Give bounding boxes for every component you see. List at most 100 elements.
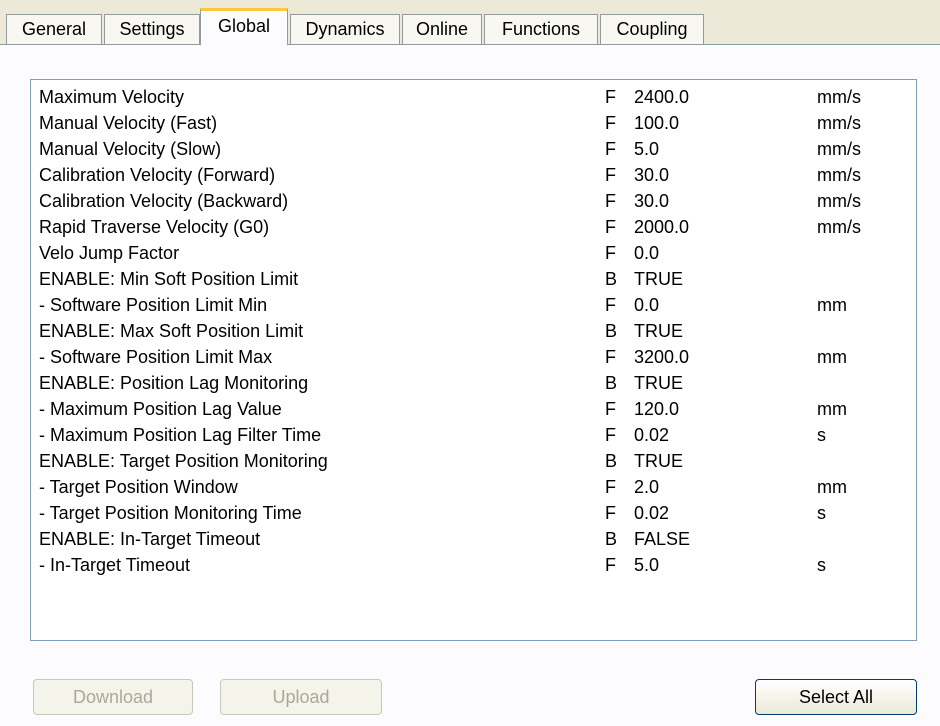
parameter-name: Manual Velocity (Slow) xyxy=(39,139,222,159)
parameter-name: ENABLE: Max Soft Position Limit xyxy=(39,321,304,341)
parameter-value: TRUE xyxy=(634,321,683,341)
parameter-value: 30.0 xyxy=(634,165,670,185)
parameter-row[interactable]: - Software Position Limit Max F 3200.0 m… xyxy=(31,344,916,370)
parameter-value: 5.0 xyxy=(634,555,660,575)
parameter-name: - Target Position Monitoring Time xyxy=(39,503,302,523)
parameter-row[interactable]: - In-Target Timeout F 5.0 s xyxy=(31,552,916,578)
parameter-row[interactable]: ENABLE: Target Position Monitoring B TRU… xyxy=(31,448,916,474)
select-all-button[interactable]: Select All xyxy=(755,679,917,715)
parameter-name: ENABLE: Min Soft Position Limit xyxy=(39,269,299,289)
parameter-list[interactable]: Maximum Velocity F 2400.0 mm/s Manual Ve… xyxy=(30,79,917,641)
parameter-value: 100.0 xyxy=(634,113,680,133)
parameter-unit: mm/s xyxy=(817,191,861,211)
parameter-unit: mm/s xyxy=(817,139,861,159)
parameter-value: 0.02 xyxy=(634,503,670,523)
parameter-name: - Software Position Limit Min xyxy=(39,295,268,315)
parameter-name: Velo Jump Factor xyxy=(39,243,180,263)
parameter-type: B xyxy=(605,529,618,549)
parameter-row[interactable]: - Maximum Position Lag Filter Time F 0.0… xyxy=(31,422,916,448)
tab-functions[interactable]: Functions xyxy=(484,14,598,44)
parameter-type: F xyxy=(605,243,616,263)
parameter-unit: mm xyxy=(817,399,847,419)
parameter-value: 5.0 xyxy=(634,139,660,159)
parameter-type: F xyxy=(605,347,616,367)
parameter-row[interactable]: ENABLE: Max Soft Position Limit B TRUE xyxy=(31,318,916,344)
parameter-type: F xyxy=(605,295,616,315)
parameter-row[interactable]: ENABLE: Position Lag Monitoring B TRUE xyxy=(31,370,916,396)
parameter-unit: mm xyxy=(817,347,847,367)
parameter-type: F xyxy=(605,165,616,185)
parameter-row[interactable]: Maximum Velocity F 2400.0 mm/s xyxy=(31,84,916,110)
parameter-type: F xyxy=(605,217,616,237)
parameter-unit: mm/s xyxy=(817,113,861,133)
parameter-row[interactable]: Calibration Velocity (Forward) F 30.0 mm… xyxy=(31,162,916,188)
parameter-name: - Maximum Position Lag Filter Time xyxy=(39,425,322,445)
parameter-value: 0.0 xyxy=(634,243,660,263)
parameter-name: ENABLE: Position Lag Monitoring xyxy=(39,373,309,393)
parameter-name: - Maximum Position Lag Value xyxy=(39,399,282,419)
parameter-type: F xyxy=(605,425,616,445)
parameter-unit: mm/s xyxy=(817,217,861,237)
parameter-row[interactable]: - Software Position Limit Min F 0.0 mm xyxy=(31,292,916,318)
parameter-row[interactable]: Manual Velocity (Slow) F 5.0 mm/s xyxy=(31,136,916,162)
parameter-name: Maximum Velocity xyxy=(39,87,185,107)
parameter-value: 3200.0 xyxy=(634,347,690,367)
parameter-name: Manual Velocity (Fast) xyxy=(39,113,218,133)
tab-panel-global: Maximum Velocity F 2400.0 mm/s Manual Ve… xyxy=(0,44,940,726)
parameter-name: Rapid Traverse Velocity (G0) xyxy=(39,217,270,237)
parameter-type: B xyxy=(605,451,618,471)
parameter-unit: mm xyxy=(817,477,847,497)
parameter-name: - In-Target Timeout xyxy=(39,555,191,575)
parameter-unit: mm xyxy=(817,295,847,315)
upload-button[interactable]: Upload xyxy=(220,679,382,715)
parameter-row[interactable]: Velo Jump Factor F 0.0 xyxy=(31,240,916,266)
parameter-value: TRUE xyxy=(634,451,683,471)
parameter-row[interactable]: - Target Position Monitoring Time F 0.02… xyxy=(31,500,916,526)
parameter-type: F xyxy=(605,399,616,419)
parameter-value: 2000.0 xyxy=(634,217,690,237)
parameter-name: ENABLE: Target Position Monitoring xyxy=(39,451,328,471)
parameter-unit: mm/s xyxy=(817,87,861,107)
parameter-name: - Software Position Limit Max xyxy=(39,347,273,367)
parameter-type: B xyxy=(605,373,618,393)
parameter-type: F xyxy=(605,555,616,575)
parameter-unit: s xyxy=(817,555,826,575)
parameter-row[interactable]: Calibration Velocity (Backward) F 30.0 m… xyxy=(31,188,916,214)
parameter-row[interactable]: - Target Position Window F 2.0 mm xyxy=(31,474,916,500)
parameter-value: FALSE xyxy=(634,529,691,549)
tab-dynamics[interactable]: Dynamics xyxy=(290,14,400,44)
parameter-name: Calibration Velocity (Backward) xyxy=(39,191,289,211)
parameter-type: F xyxy=(605,477,616,497)
parameter-value: 0.0 xyxy=(634,295,660,315)
parameter-value: 120.0 xyxy=(634,399,680,419)
parameter-unit: s xyxy=(817,425,826,445)
parameter-value: 2.0 xyxy=(634,477,660,497)
parameter-name: - Target Position Window xyxy=(39,477,238,497)
parameter-type: F xyxy=(605,191,616,211)
parameter-value: 2400.0 xyxy=(634,87,690,107)
tab-global[interactable]: Global xyxy=(200,8,288,45)
parameter-type: F xyxy=(605,503,616,523)
parameter-row[interactable]: ENABLE: Min Soft Position Limit B TRUE xyxy=(31,266,916,292)
tab-settings[interactable]: Settings xyxy=(104,14,200,44)
parameter-row[interactable]: ENABLE: In-Target Timeout B FALSE xyxy=(31,526,916,552)
tab-general[interactable]: General xyxy=(6,14,102,44)
tab-strip: General Settings Global Dynamics Online … xyxy=(0,0,940,45)
tab-coupling[interactable]: Coupling xyxy=(600,14,704,44)
parameter-type: F xyxy=(605,113,616,133)
parameter-name: ENABLE: In-Target Timeout xyxy=(39,529,261,549)
download-button[interactable]: Download xyxy=(33,679,193,715)
parameter-type: F xyxy=(605,87,616,107)
tab-online[interactable]: Online xyxy=(402,14,482,44)
parameter-value: 30.0 xyxy=(634,191,670,211)
parameter-unit: mm/s xyxy=(817,165,861,185)
parameter-row[interactable]: Rapid Traverse Velocity (G0) F 2000.0 mm… xyxy=(31,214,916,240)
parameter-type: F xyxy=(605,139,616,159)
parameter-type: B xyxy=(605,321,618,341)
parameter-row[interactable]: - Maximum Position Lag Value F 120.0 mm xyxy=(31,396,916,422)
parameter-name: Calibration Velocity (Forward) xyxy=(39,165,276,185)
parameter-value: TRUE xyxy=(634,373,683,393)
parameter-row[interactable]: Manual Velocity (Fast) F 100.0 mm/s xyxy=(31,110,916,136)
parameter-type: B xyxy=(605,269,618,289)
parameter-unit: s xyxy=(817,503,826,523)
